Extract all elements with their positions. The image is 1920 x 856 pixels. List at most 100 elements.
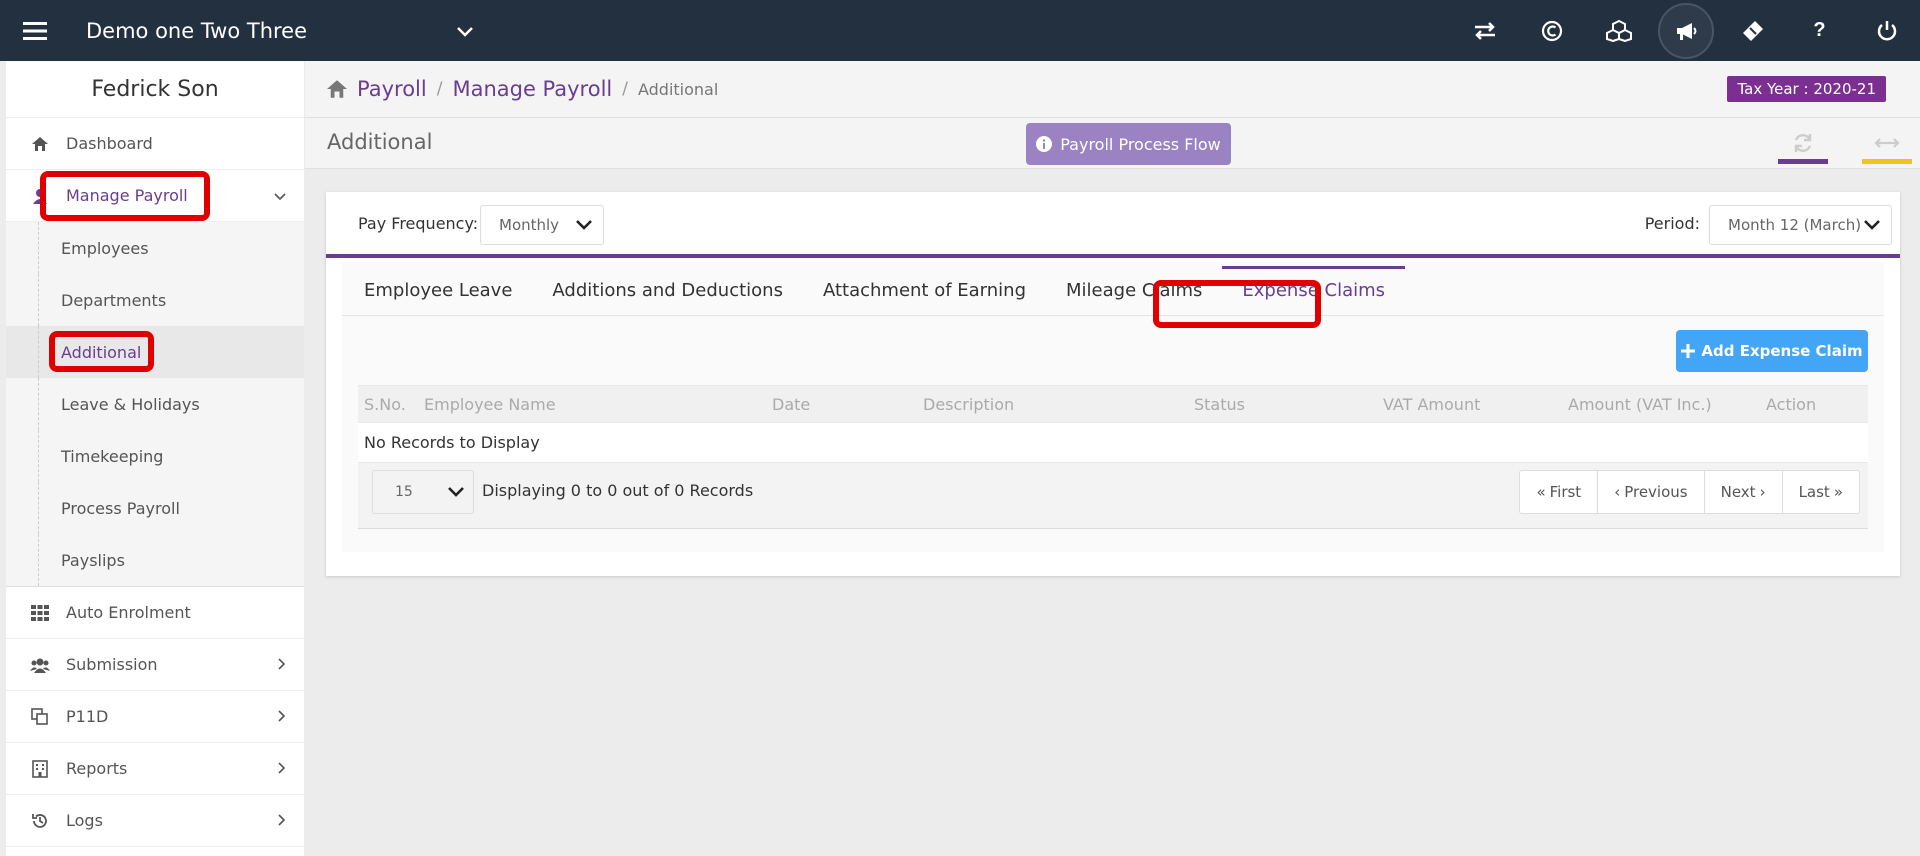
sidebar-item-leave-holidays[interactable]: Leave & Holidays	[6, 378, 304, 430]
breadcrumb-current: Additional	[637, 79, 719, 99]
currency-icon[interactable]	[1518, 0, 1585, 61]
company-name[interactable]: Demo one Two Three	[86, 19, 456, 43]
column-header-employee-name[interactable]: Employee Name	[418, 395, 766, 414]
megaphone-icon[interactable]	[1652, 0, 1719, 61]
sidebar-item-departments[interactable]: Departments	[6, 274, 304, 326]
tab-panel-container: Employee Leave Additions and Deductions …	[342, 262, 1884, 552]
sidebar-item-timekeeping[interactable]: Timekeeping	[6, 430, 304, 482]
payroll-process-flow-button[interactable]: Payroll Process Flow	[1026, 123, 1231, 165]
double-chevron-right-icon: »	[1833, 483, 1843, 501]
manage-payroll-submenu: Employees Departments Additional Leave &…	[6, 222, 304, 587]
chevron-down-icon	[1863, 215, 1881, 239]
top-bar: Demo one Two Three ?	[0, 0, 1920, 61]
sidebar-item-label: P11D	[66, 707, 109, 726]
sidebar-item-process-payroll[interactable]: Process Payroll	[6, 482, 304, 534]
sidebar-item-reports[interactable]: Reports	[6, 743, 304, 795]
period-value: Month 12 (March)	[1728, 216, 1862, 234]
sidebar-item-manage-payroll[interactable]: Manage Payroll	[6, 170, 304, 222]
sidebar-item-logs[interactable]: Logs	[6, 795, 304, 847]
power-icon[interactable]	[1853, 0, 1920, 61]
page-header: Additional Payroll Process Flow	[305, 118, 1920, 169]
pagination-info: Displaying 0 to 0 out of 0 Records	[482, 481, 754, 500]
chevron-down-icon	[274, 186, 286, 205]
pay-frequency-select[interactable]: Monthly	[480, 205, 604, 245]
hamburger-menu-icon[interactable]	[0, 0, 70, 61]
sidebar-item-label: Logs	[66, 811, 103, 830]
period-select[interactable]: Month 12 (March)	[1709, 205, 1892, 245]
sidebar-item-submission[interactable]: Submission	[6, 639, 304, 691]
refresh-icon[interactable]	[1778, 126, 1828, 164]
grid-icon	[28, 604, 52, 621]
chevron-right-icon	[278, 707, 286, 726]
pay-frequency-value: Monthly	[499, 216, 560, 234]
sidebar-item-label: Reports	[66, 759, 128, 778]
chevron-down-icon	[447, 482, 465, 506]
home-icon[interactable]	[325, 79, 349, 99]
page-title: Additional	[327, 130, 433, 154]
swap-icon[interactable]	[1451, 0, 1518, 61]
tab-expense-claims[interactable]: Expense Claims	[1222, 266, 1405, 315]
column-header-amount-vat-inc[interactable]: Amount (VAT Inc.)	[1562, 395, 1760, 414]
chevron-right-icon	[278, 655, 286, 674]
breadcrumb-payroll[interactable]: Payroll	[357, 77, 427, 101]
page-size-value: 15	[395, 484, 413, 500]
help-icon[interactable]: ?	[1786, 0, 1853, 61]
sidebar-item-payslips[interactable]: Payslips	[6, 534, 304, 586]
history-icon	[28, 812, 52, 830]
column-header-sno[interactable]: S.No.	[358, 395, 418, 414]
sidebar-item-additional[interactable]: Additional	[6, 326, 304, 378]
sidebar-item-p11d[interactable]: P11D	[6, 691, 304, 743]
users-icon	[28, 657, 52, 673]
pay-frequency-label: Pay Frequency:	[358, 214, 479, 233]
chevron-left-icon: ‹	[1614, 483, 1621, 501]
previous-page-button[interactable]: ‹ Previous	[1597, 471, 1703, 513]
cubes-icon[interactable]	[1585, 0, 1652, 61]
sidebar-item-label: Auto Enrolment	[66, 603, 191, 622]
double-chevron-left-icon: «	[1536, 483, 1546, 501]
column-header-status[interactable]: Status	[1188, 395, 1377, 414]
tab-bar: Employee Leave Additions and Deductions …	[342, 262, 1884, 316]
payroll-process-flow-label: Payroll Process Flow	[1060, 134, 1221, 154]
ticket-icon[interactable]	[1719, 0, 1786, 61]
next-page-button[interactable]: Next ›	[1703, 471, 1782, 513]
sidebar-item-auto-enrolment[interactable]: Auto Enrolment	[6, 587, 304, 639]
expense-claims-table: S.No. Employee Name Date Description Sta…	[358, 385, 1868, 529]
column-header-description[interactable]: Description	[917, 395, 1188, 414]
first-page-button[interactable]: « First	[1520, 471, 1597, 513]
plus-icon	[1681, 344, 1696, 358]
breadcrumb-separator: /	[622, 79, 628, 99]
copy-icon	[28, 707, 52, 726]
column-header-date[interactable]: Date	[766, 395, 917, 414]
sidebar: Fedrick Son Dashboard Manage Payroll Emp…	[6, 61, 304, 856]
chevron-down-icon	[575, 215, 593, 239]
sidebar-item-label: Submission	[66, 655, 158, 674]
chevron-right-icon	[278, 759, 286, 778]
sidebar-item-dashboard[interactable]: Dashboard	[6, 118, 304, 170]
info-icon	[1036, 136, 1053, 152]
table-header: S.No. Employee Name Date Description Sta…	[358, 385, 1868, 423]
next-page-label: Next	[1720, 483, 1756, 501]
no-records-message: No Records to Display	[358, 423, 1868, 463]
company-switch-chevron-icon[interactable]	[456, 19, 474, 43]
breadcrumb: Payroll / Manage Payroll / Additional Ta…	[305, 61, 1920, 118]
expand-horizontal-icon[interactable]	[1862, 126, 1912, 164]
building-icon	[28, 759, 52, 778]
add-expense-claim-button[interactable]: Add Expense Claim	[1676, 330, 1868, 372]
add-expense-claim-label: Add Expense Claim	[1701, 342, 1863, 360]
main-card: Pay Frequency: Monthly Period: Month 12 …	[326, 192, 1900, 576]
sidebar-item-employees[interactable]: Employees	[6, 222, 304, 274]
column-header-action: Action	[1766, 394, 1817, 414]
previous-page-label: Previous	[1624, 483, 1688, 501]
tab-additions-deductions[interactable]: Additions and Deductions	[532, 280, 803, 315]
tab-mileage-claims[interactable]: Mileage Claims	[1046, 280, 1222, 315]
tab-employee-leave[interactable]: Employee Leave	[364, 280, 532, 315]
chevron-right-icon: ›	[1759, 483, 1766, 501]
breadcrumb-separator: /	[436, 79, 443, 99]
tax-year-badge: Tax Year : 2020-21	[1727, 76, 1886, 102]
breadcrumb-manage-payroll[interactable]: Manage Payroll	[452, 77, 612, 101]
tab-attachment-of-earning[interactable]: Attachment of Earning	[803, 280, 1046, 315]
page-size-select[interactable]: 15	[372, 470, 474, 514]
column-header-vat-amount[interactable]: VAT Amount	[1377, 395, 1562, 414]
last-page-button[interactable]: Last »	[1781, 471, 1859, 513]
last-page-label: Last	[1798, 483, 1830, 501]
